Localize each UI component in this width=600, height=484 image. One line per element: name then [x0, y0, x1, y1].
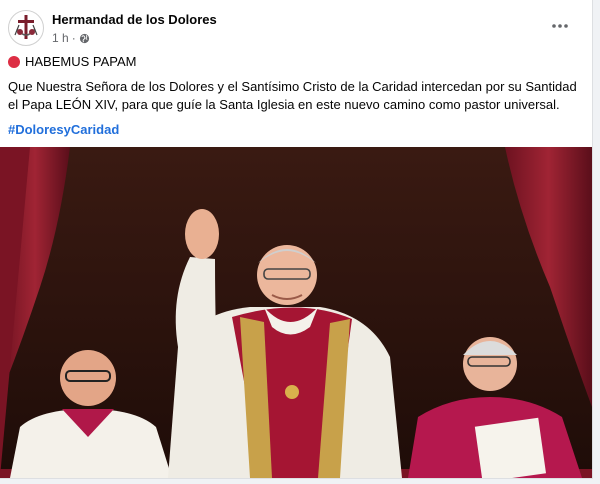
red-circle-icon: [8, 56, 20, 68]
headline-line: HABEMUS PAPAM: [8, 53, 578, 71]
post-meta: 1 h ·: [52, 31, 90, 45]
post-text: HABEMUS PAPAM Que Nuestra Señora de los …: [8, 53, 578, 139]
page-avatar[interactable]: [8, 10, 44, 46]
post-headline: HABEMUS PAPAM: [25, 54, 137, 69]
post-photo[interactable]: [0, 147, 592, 478]
more-dots-icon: [552, 24, 568, 28]
brotherhood-crest-icon: [14, 15, 38, 39]
post-card: Hermandad de los Dolores 1 h · HABEMUS P…: [0, 0, 593, 479]
more-options-button[interactable]: [548, 16, 572, 36]
post-time[interactable]: 1 h: [52, 31, 69, 45]
meta-separator: ·: [71, 31, 76, 45]
page-name[interactable]: Hermandad de los Dolores: [52, 12, 217, 27]
pope-balcony-image: [0, 147, 592, 478]
globe-icon[interactable]: [79, 33, 90, 44]
hashtag-link[interactable]: #DoloresyCaridad: [8, 121, 578, 139]
post-body: Que Nuestra Señora de los Dolores y el S…: [8, 79, 577, 112]
post-header: Hermandad de los Dolores 1 h ·: [8, 8, 584, 50]
